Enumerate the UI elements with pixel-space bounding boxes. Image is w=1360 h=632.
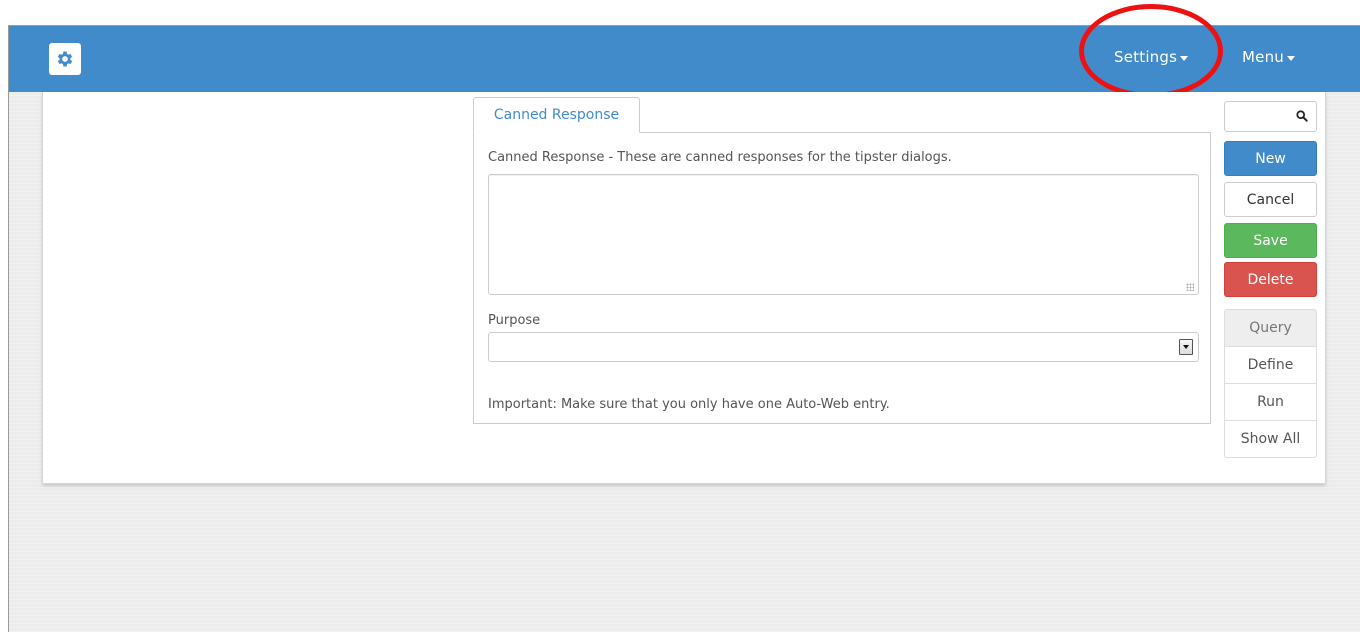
logo-button[interactable] xyxy=(49,43,81,75)
cancel-button[interactable]: Cancel xyxy=(1224,182,1317,217)
tab-body: Canned Response - These are canned respo… xyxy=(473,132,1211,424)
caret-down-icon xyxy=(1286,55,1295,61)
content-panel: Canned Response Canned Response - These … xyxy=(42,92,1326,484)
app-frame: Settings Menu Canned Response Canned Res… xyxy=(8,4,1360,632)
dropdown-arrow-icon[interactable] xyxy=(1179,339,1193,355)
settings-dropdown[interactable]: Settings xyxy=(1114,48,1189,66)
form-description: Canned Response - These are canned respo… xyxy=(488,150,952,165)
run-button[interactable]: Run xyxy=(1224,383,1317,421)
purpose-select[interactable] xyxy=(488,332,1199,362)
menu-dropdown[interactable]: Menu xyxy=(1242,48,1295,66)
search-input[interactable] xyxy=(1224,101,1317,132)
caret-down-icon xyxy=(1180,55,1189,61)
delete-button[interactable]: Delete xyxy=(1224,262,1317,297)
important-note: Important: Make sure that you only have … xyxy=(488,397,890,412)
tab-canned-response[interactable]: Canned Response xyxy=(473,97,640,133)
purpose-label: Purpose xyxy=(488,313,541,328)
canned-response-textarea[interactable] xyxy=(488,174,1199,295)
define-button[interactable]: Define xyxy=(1224,346,1317,384)
resize-handle-icon[interactable] xyxy=(1186,283,1194,291)
show-all-button[interactable]: Show All xyxy=(1224,420,1317,458)
tab-label: Canned Response xyxy=(493,107,620,123)
gear-icon xyxy=(57,51,73,67)
save-button[interactable]: Save xyxy=(1224,223,1317,258)
top-navbar: Settings Menu xyxy=(9,4,1360,98)
search-icon[interactable] xyxy=(1296,110,1308,122)
menu-label: Menu xyxy=(1242,48,1284,66)
query-button[interactable]: Query xyxy=(1224,309,1317,347)
query-button-group: Query Define Run Show All xyxy=(1224,309,1317,458)
new-button[interactable]: New xyxy=(1224,141,1317,176)
settings-label: Settings xyxy=(1114,48,1178,66)
